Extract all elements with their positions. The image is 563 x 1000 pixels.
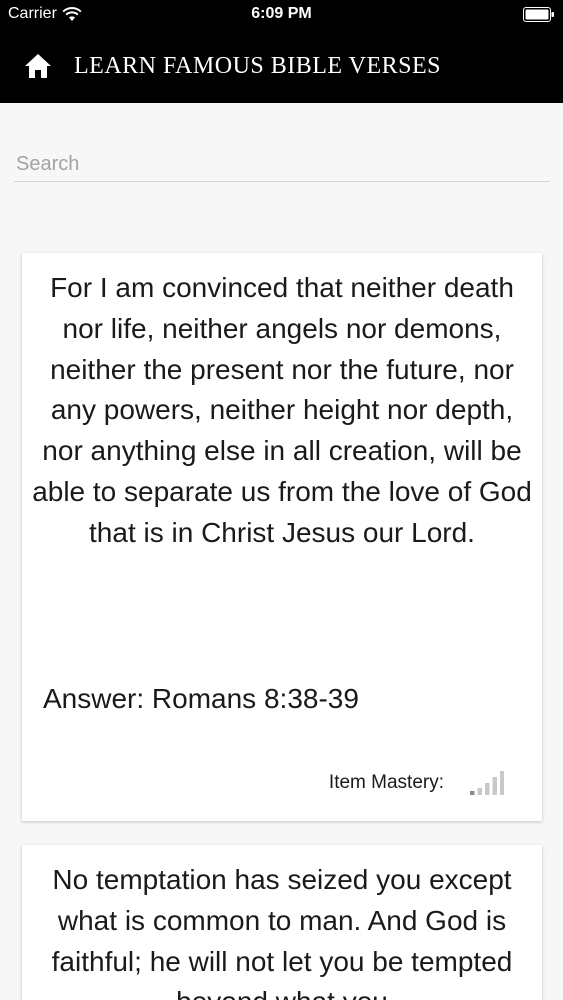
- mastery-label: Item Mastery:: [328, 772, 444, 793]
- navbar: LEARN FAMOUS BIBLE VERSES: [0, 40, 563, 92]
- mastery-bar: [470, 791, 475, 795]
- verse-text: For I am convinced that neither death no…: [32, 272, 532, 548]
- verse-text: No temptation has seized you except what…: [51, 864, 513, 1000]
- battery-icon: [523, 7, 554, 22]
- page-title: LEARN FAMOUS BIBLE VERSES: [74, 53, 441, 79]
- verse-card[interactable]: For I am convinced that neither death no…: [22, 253, 542, 821]
- search-input[interactable]: [14, 148, 550, 181]
- search-bar: [14, 148, 550, 182]
- app-header: Carrier 6:09 PM LEARN FAMOUS BIBLE VERSE…: [0, 0, 563, 103]
- clock: 6:09 PM: [251, 5, 312, 22]
- item-mastery: Item Mastery:: [329, 771, 504, 795]
- mastery-bar: [492, 777, 497, 795]
- mastery-bar: [485, 783, 490, 795]
- mastery-bar: [500, 771, 504, 795]
- verse-answer: Answer: Romans 8:38-39: [43, 683, 359, 714]
- status-bar: Carrier 6:09 PM: [0, 0, 563, 30]
- signal-bars-icon: [470, 771, 504, 795]
- home-icon[interactable]: [24, 53, 52, 79]
- mastery-bar: [477, 788, 482, 795]
- verse-card[interactable]: No temptation has seized you except what…: [22, 845, 542, 1000]
